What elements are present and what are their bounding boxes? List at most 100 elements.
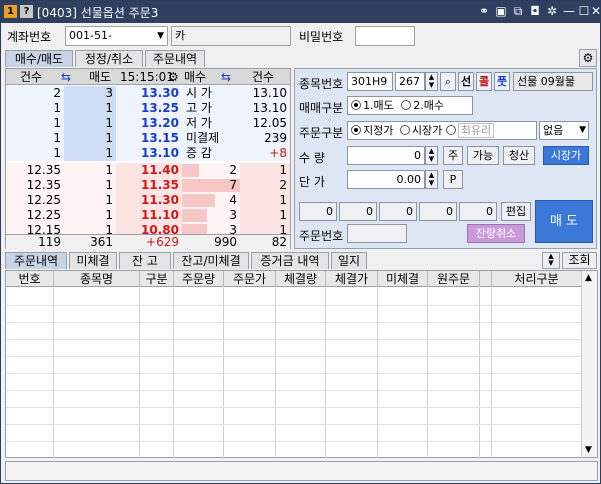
grid-col-header[interactable]: 주문가: [224, 271, 276, 287]
qty-box-4: 0: [419, 202, 457, 221]
sell-row[interactable]: 2 3 13.30 시 가 13.10: [6, 86, 290, 101]
vertical-scrollbar[interactable]: ▲ ▼: [581, 271, 597, 457]
grid-col-header[interactable]: 미체결: [378, 271, 428, 287]
gear-icon[interactable]: ⚙: [168, 69, 179, 85]
header-sell: 매도: [89, 70, 112, 84]
type-market-radio[interactable]: 시장가: [399, 124, 442, 137]
help-icon[interactable]: ?: [20, 5, 33, 18]
grid-col-header[interactable]: 구분: [140, 271, 174, 287]
possible-qty-button[interactable]: 가능: [467, 146, 499, 165]
qty-stepper[interactable]: ▲ ▼: [425, 146, 438, 165]
password-label: 비밀번호: [299, 30, 344, 44]
type-limit-radio[interactable]: 지정가: [351, 124, 393, 137]
swap-icon[interactable]: ⇆: [61, 69, 71, 85]
memo-icon[interactable]: ▣: [494, 4, 508, 19]
sell-qty: 1: [64, 101, 116, 116]
side-sell-radio[interactable]: 1.매도: [351, 99, 394, 112]
refresh-button[interactable]: 조회: [562, 252, 597, 269]
scroll-down-icon[interactable]: ▼: [585, 445, 592, 455]
maximize-icon[interactable]: ☐: [577, 4, 591, 19]
title-bar[interactable]: 1 ? [0403] 선물옵션 주문3 ⚭ ▣ ⧉ ◘ ✲ — ☐ ✕: [1, 1, 601, 23]
side-buy-radio[interactable]: 2.매수: [401, 99, 444, 112]
put-button[interactable]: 풋: [494, 72, 510, 91]
prev-price: 12.25: [26, 208, 61, 222]
grid-col-header[interactable]: [480, 271, 492, 287]
tab-balance-unfilled[interactable]: 잔고/미체결: [173, 252, 249, 269]
call-button[interactable]: 콜: [476, 72, 492, 91]
tab-modify-cancel[interactable]: 정정/취소: [75, 50, 143, 67]
future-button[interactable]: 선: [458, 72, 474, 91]
tab-orders[interactable]: 주문내역: [5, 252, 67, 269]
strike-input[interactable]: 267: [395, 72, 425, 91]
sell-row[interactable]: 1 1 13.10 증 감 +8: [6, 146, 290, 161]
edit-button[interactable]: 편집: [501, 202, 531, 221]
settings-icon[interactable]: ✲: [545, 4, 559, 19]
sell-row[interactable]: 1 1 13.20 저 가 12.05: [6, 116, 290, 131]
password-input[interactable]: [355, 26, 415, 46]
buy-row[interactable]: 12.35 1 11.40 2 1: [6, 163, 290, 178]
info-value: 13.10: [252, 86, 287, 100]
buy-row[interactable]: 12.25 1 11.30 4 1: [6, 193, 290, 208]
qty-box-2: 0: [339, 202, 377, 221]
scroll-up-icon[interactable]: ▲: [585, 273, 592, 283]
buy-count: 2: [240, 178, 290, 193]
buy-price: 11.35: [116, 178, 182, 193]
buy-qty: 4: [229, 193, 237, 207]
radio-on-icon: [351, 125, 361, 135]
copy-icon[interactable]: ⧉: [511, 4, 525, 19]
orderno-label: 주문번호: [299, 229, 344, 243]
grid-col-header[interactable]: 번호: [6, 271, 54, 287]
chevron-down-icon: ▼: [579, 125, 586, 135]
minimize-icon[interactable]: —: [562, 4, 576, 19]
close-icon[interactable]: ✕: [591, 4, 601, 19]
submit-sell-button[interactable]: 매 도: [535, 200, 593, 243]
grid-col-header[interactable]: 주문량: [174, 271, 224, 287]
market-price-button[interactable]: 시장가: [543, 146, 589, 165]
buy-row[interactable]: 12.35 1 11.35 7 2: [6, 178, 290, 193]
search-icon[interactable]: ⌕: [440, 72, 456, 91]
buy-row[interactable]: 12.25 1 11.10 3 1: [6, 208, 290, 223]
info-label: 저 가: [186, 116, 212, 130]
grid-col-header[interactable]: 체결량: [276, 271, 326, 287]
price-input[interactable]: 0.00: [347, 170, 425, 189]
account-number-select[interactable]: 001-51- ▼: [65, 26, 168, 46]
type-limit-label: 지정가: [363, 124, 394, 137]
grid-col-header[interactable]: 종목명: [54, 271, 140, 287]
sell-row[interactable]: 1 1 13.15 미결제 239: [6, 131, 290, 146]
prev-price: 12.35: [26, 178, 61, 192]
grid-row-line: [6, 424, 582, 425]
grid-col-header[interactable]: 체결가: [326, 271, 378, 287]
gear-icon[interactable]: ⚙: [579, 49, 597, 67]
prev-qty: 1: [105, 178, 113, 192]
sell-count: 1: [53, 146, 61, 160]
grid-header: 번호 종목명 구분 주문량 주문가 체결량 체결가 미체결 원주문 처리구분: [6, 271, 582, 287]
type-best-radio[interactable]: 최유리: [445, 123, 495, 138]
swap-icon[interactable]: ⇆: [221, 69, 231, 85]
liquidate-button[interactable]: 청산: [503, 146, 535, 165]
sell-price: 13.20: [141, 116, 179, 130]
price-p-button[interactable]: P: [443, 170, 463, 189]
sell-qty: 1: [64, 131, 116, 146]
tab-buy-sell[interactable]: 매수/매도: [5, 50, 73, 67]
tab-order-history[interactable]: 주문내역: [145, 50, 205, 67]
link-icon[interactable]: ⚭: [477, 4, 491, 19]
strike-stepper[interactable]: ▲ ▼: [425, 72, 438, 91]
sell-row[interactable]: 1 1 13.25 고 가 13.10: [6, 101, 290, 116]
condition-select[interactable]: 없음 ▼: [539, 121, 589, 140]
tab-margin[interactable]: 증거금 내역: [251, 252, 329, 269]
qty-ju-button[interactable]: 주: [443, 146, 463, 165]
grid-col-header[interactable]: 처리구분: [492, 271, 582, 287]
qty-input[interactable]: 0: [347, 146, 425, 165]
account-label: 계좌번호: [7, 30, 52, 44]
sort-stepper[interactable]: ▲ ▼: [542, 252, 560, 269]
code-input[interactable]: 301H9: [347, 72, 393, 91]
capture-icon[interactable]: ◘: [528, 4, 542, 19]
tab-journal[interactable]: 일지: [331, 252, 367, 269]
grid-col-header[interactable]: 원주문: [428, 271, 480, 287]
orderno-input[interactable]: [347, 224, 407, 243]
sell-price: 13.25: [141, 101, 179, 115]
price-stepper[interactable]: ▲ ▼: [425, 170, 438, 189]
cancel-remaining-button[interactable]: 잔량취소: [467, 224, 525, 243]
tab-unfilled[interactable]: 미체결: [69, 252, 117, 269]
tab-balance[interactable]: 잔 고: [119, 252, 171, 269]
